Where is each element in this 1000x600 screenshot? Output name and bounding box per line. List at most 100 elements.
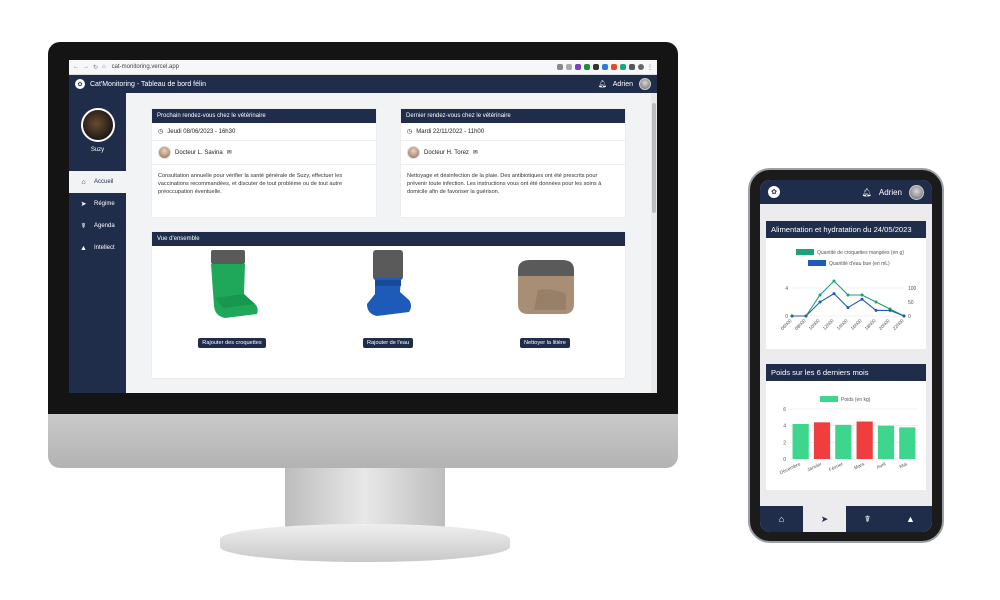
water-gauge: Rajouter de l'eau	[343, 248, 433, 349]
x-tick-label: Janvier	[806, 461, 823, 473]
puzzle-icon[interactable]	[629, 64, 635, 70]
fish-icon: ➤	[80, 201, 87, 208]
appointment-date: Jeudi 08/06/2023 - 16h30	[167, 128, 236, 135]
overview-card: Vue d'ensemble Rajouter des croquettes R…	[152, 232, 625, 378]
star-icon[interactable]	[566, 64, 572, 70]
cat-avatar	[80, 108, 115, 142]
card-title: Poids sur les 6 derniers mois	[766, 364, 926, 381]
user-name: Adrien	[878, 187, 902, 197]
next-appointment-card: Prochain rendez-vous chez le vétérinaire…	[152, 109, 376, 217]
back-arrow-icon[interactable]: ←	[73, 64, 79, 71]
x-tick-label: 18h00	[864, 318, 878, 332]
scrollbar-thumb[interactable]	[652, 103, 656, 213]
add-food-button[interactable]: Rajouter des croquettes	[198, 338, 266, 348]
sidebar-menu: ⌂ Accueil ➤ Régime ☤ Agenda ▲ Intellect	[69, 171, 126, 259]
forward-arrow-icon[interactable]: →	[83, 64, 89, 71]
nav-intellect[interactable]: ▲	[889, 506, 932, 532]
bell-icon[interactable]: 🔔︎	[862, 188, 872, 197]
data-point	[860, 297, 864, 301]
x-tick-label: Février	[828, 461, 844, 473]
extension-icon[interactable]	[602, 64, 608, 70]
extension-icon[interactable]	[611, 64, 617, 70]
sidebar-item-accueil[interactable]: ⌂ Accueil	[69, 171, 126, 193]
bell-icon[interactable]: 🔔︎	[598, 80, 607, 88]
kebab-menu-icon[interactable]: ⋮	[647, 64, 653, 71]
home-icon[interactable]: ⌂	[102, 64, 106, 71]
data-point	[804, 314, 808, 318]
clock-icon: ◷	[407, 129, 413, 135]
avatar[interactable]	[909, 184, 924, 200]
bar	[899, 427, 916, 459]
y-tick-label: 4	[783, 424, 786, 430]
envelope-icon[interactable]: ✉	[473, 149, 478, 156]
data-point	[832, 279, 836, 283]
extension-icon[interactable]	[575, 64, 581, 70]
appointment-date-row: ◷ Jeudi 08/06/2023 - 16h30	[152, 123, 376, 141]
card-title: Vue d'ensemble	[152, 232, 625, 246]
x-tick-label: 22h00	[892, 318, 906, 332]
extension-icon[interactable]	[620, 64, 626, 70]
x-tick-label: Mai	[899, 461, 909, 470]
sidebar-item-label: Régime	[94, 201, 115, 207]
clean-litter-button[interactable]: Nettoyer la litière	[520, 338, 570, 348]
stethoscope-icon: ☤	[81, 223, 86, 230]
share-icon[interactable]	[557, 64, 563, 70]
legend-label: Quantité de croquettes mangées (en g)	[817, 250, 904, 256]
appointment-date: Mardi 22/11/2022 - 11h00	[416, 128, 485, 135]
phone-header: ✿ 🔔︎ Adrien	[760, 180, 932, 204]
nav-home[interactable]: ⌂	[760, 506, 803, 532]
nav-agenda[interactable]: ☤	[846, 506, 889, 532]
data-point	[846, 306, 850, 310]
data-point	[846, 293, 850, 297]
sidebar-item-intellect[interactable]: ▲ Intellect	[69, 237, 126, 259]
profile-icon[interactable]	[638, 64, 644, 70]
appointment-date-row: ◷ Mardi 22/11/2022 - 11h00	[401, 123, 625, 141]
appointment-description: Nettoyage et désinfection de la plaie. D…	[407, 173, 602, 195]
scrollbar[interactable]	[651, 93, 657, 393]
bar	[813, 422, 831, 459]
extension-icon[interactable]	[584, 64, 590, 70]
address-bar[interactable]: cat-monitoring.vercel.app	[112, 64, 179, 70]
extension-icon[interactable]	[593, 64, 599, 70]
x-tick-label: 16h00	[850, 318, 864, 332]
doctor-name: Docteur H. Torez	[424, 149, 469, 156]
legend-swatch	[808, 260, 826, 266]
add-water-button[interactable]: Rajouter de l'eau	[362, 338, 414, 348]
y-tick-label-right: 100	[908, 286, 917, 292]
x-tick-label: 20h00	[878, 318, 892, 332]
sidebar-item-label: Intellect	[94, 245, 115, 251]
data-point	[874, 308, 878, 312]
app-title: Cat'Monitoring - Tableau de bord félin	[90, 80, 206, 88]
browser-toolbar: ← → ↻ ⌂ cat-monitoring.vercel.app ⋮	[69, 60, 657, 75]
data-point	[874, 300, 878, 304]
water-dispenser-icon	[367, 250, 411, 316]
x-tick-label: 06h00	[780, 318, 794, 332]
y-tick-label: 0	[783, 457, 786, 463]
bottom-nav: ⌂ ➤ ☤ ▲	[760, 506, 932, 532]
reload-icon[interactable]: ↻	[93, 64, 98, 71]
browser-extensions: ⋮	[557, 64, 653, 71]
x-tick-label: Avril	[876, 461, 887, 470]
doctor-name: Docteur L. Savina	[175, 149, 223, 156]
series-line	[792, 292, 905, 317]
data-point	[832, 292, 836, 296]
card-title: Alimentation et hydratation du 24/05/202…	[766, 221, 926, 238]
cat-name: Suzy	[90, 147, 105, 153]
legend-swatch	[820, 396, 838, 402]
x-tick-label: 12h00	[822, 318, 836, 332]
home-icon: ⌂	[81, 178, 86, 186]
bar	[792, 424, 809, 459]
sidebar-item-agenda[interactable]: ☤ Agenda	[69, 215, 126, 237]
envelope-icon[interactable]: ✉	[227, 149, 232, 156]
x-tick-label: Décembre	[779, 461, 802, 476]
user-name: Adrien	[612, 80, 633, 88]
x-tick-label: 10h00	[808, 318, 822, 332]
weight-chart-card: Poids sur les 6 derniers mois Poids (en …	[766, 364, 926, 490]
sidebar-item-regime[interactable]: ➤ Régime	[69, 193, 126, 215]
doctor-avatar	[158, 146, 171, 159]
paw-logo-icon: ✿	[768, 186, 780, 198]
avatar[interactable]	[639, 78, 651, 90]
sidebar-item-label: Agenda	[94, 223, 115, 229]
legend-swatch	[796, 249, 814, 255]
nav-diet[interactable]: ➤	[803, 506, 846, 532]
